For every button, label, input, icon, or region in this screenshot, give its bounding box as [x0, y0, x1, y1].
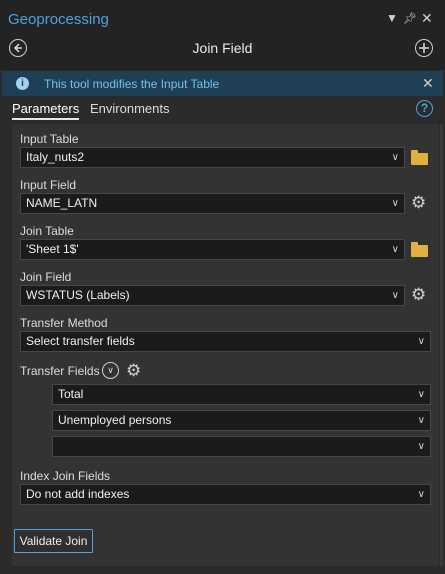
pane-titlebar: Geoprocessing ▼ 📌︎ ✕ — [0, 0, 445, 36]
close-icon[interactable]: ✕ — [422, 75, 434, 92]
tool-title: Join Field — [192, 40, 253, 56]
info-message: This tool modifies the Input Table — [44, 77, 220, 91]
close-icon[interactable]: ✕ — [421, 10, 433, 27]
index-join-fields-label: Index Join Fields — [20, 469, 111, 483]
gear-icon[interactable]: ⚙ — [126, 362, 141, 379]
info-icon: i — [16, 77, 29, 90]
chevron-down-icon: ∨ — [417, 336, 425, 347]
folder-icon[interactable] — [411, 242, 428, 257]
chevron-down-icon: ∨ — [417, 415, 425, 426]
input-field-value: NAME_LATN — [26, 196, 98, 210]
transfer-field-dropdown[interactable]: Total ∨ — [52, 384, 431, 405]
chevron-down-icon: ∨ — [417, 489, 425, 500]
join-field-dropdown[interactable]: WSTATUS (Labels) ∨ — [20, 285, 405, 306]
menu-icon[interactable]: ▼ — [386, 11, 398, 25]
input-field-dropdown[interactable]: NAME_LATN ∨ — [20, 193, 405, 214]
scrollbar[interactable] — [440, 124, 443, 566]
folder-icon[interactable] — [411, 150, 428, 165]
transfer-method-label: Transfer Method — [20, 316, 108, 330]
gear-icon[interactable]: ⚙ — [411, 286, 426, 303]
add-icon[interactable] — [415, 39, 433, 57]
expand-icon[interactable]: ∨ — [102, 362, 119, 379]
validate-join-button[interactable]: Validate Join — [14, 529, 93, 553]
input-table-value: Italy_nuts2 — [26, 150, 85, 164]
pin-icon[interactable]: 📌︎ — [403, 12, 417, 25]
tool-header: Join Field — [0, 36, 445, 70]
tab-bar: Parameters Environments ? — [0, 98, 445, 122]
join-table-label: Join Table — [20, 224, 74, 238]
transfer-fields-label: Transfer Fields — [20, 364, 100, 378]
gear-icon[interactable]: ⚙ — [411, 194, 426, 211]
chevron-down-icon: ∨ — [417, 441, 425, 452]
chevron-down-icon: ∨ — [391, 244, 399, 255]
join-table-dropdown[interactable]: 'Sheet 1$' ∨ — [20, 239, 405, 260]
join-field-value: WSTATUS (Labels) — [26, 288, 130, 302]
pane-title: Geoprocessing — [8, 11, 109, 28]
info-banner: i This tool modifies the Input Table ✕ — [2, 71, 443, 96]
transfer-field-dropdown[interactable]: ∨ — [52, 436, 431, 457]
transfer-field-value: Unemployed persons — [58, 413, 172, 427]
join-field-label: Join Field — [20, 270, 72, 284]
transfer-field-value: Total — [58, 387, 84, 401]
input-field-label: Input Field — [20, 178, 77, 192]
transfer-method-value: Select transfer fields — [26, 334, 135, 348]
index-join-fields-dropdown[interactable]: Do not add indexes ∨ — [20, 484, 431, 505]
input-table-dropdown[interactable]: Italy_nuts2 ∨ — [20, 147, 405, 168]
help-icon[interactable]: ? — [416, 100, 433, 117]
tab-parameters[interactable]: Parameters — [12, 101, 80, 120]
transfer-method-dropdown[interactable]: Select transfer fields ∨ — [20, 331, 431, 352]
transfer-field-dropdown[interactable]: Unemployed persons ∨ — [52, 410, 431, 431]
join-table-value: 'Sheet 1$' — [26, 242, 79, 256]
input-table-label: Input Table — [20, 132, 79, 146]
chevron-down-icon: ∨ — [391, 198, 399, 209]
chevron-down-icon: ∨ — [391, 152, 399, 163]
tab-environments[interactable]: Environments — [90, 101, 169, 116]
index-join-fields-value: Do not add indexes — [26, 487, 130, 501]
chevron-down-icon: ∨ — [391, 290, 399, 301]
chevron-down-icon: ∨ — [417, 389, 425, 400]
